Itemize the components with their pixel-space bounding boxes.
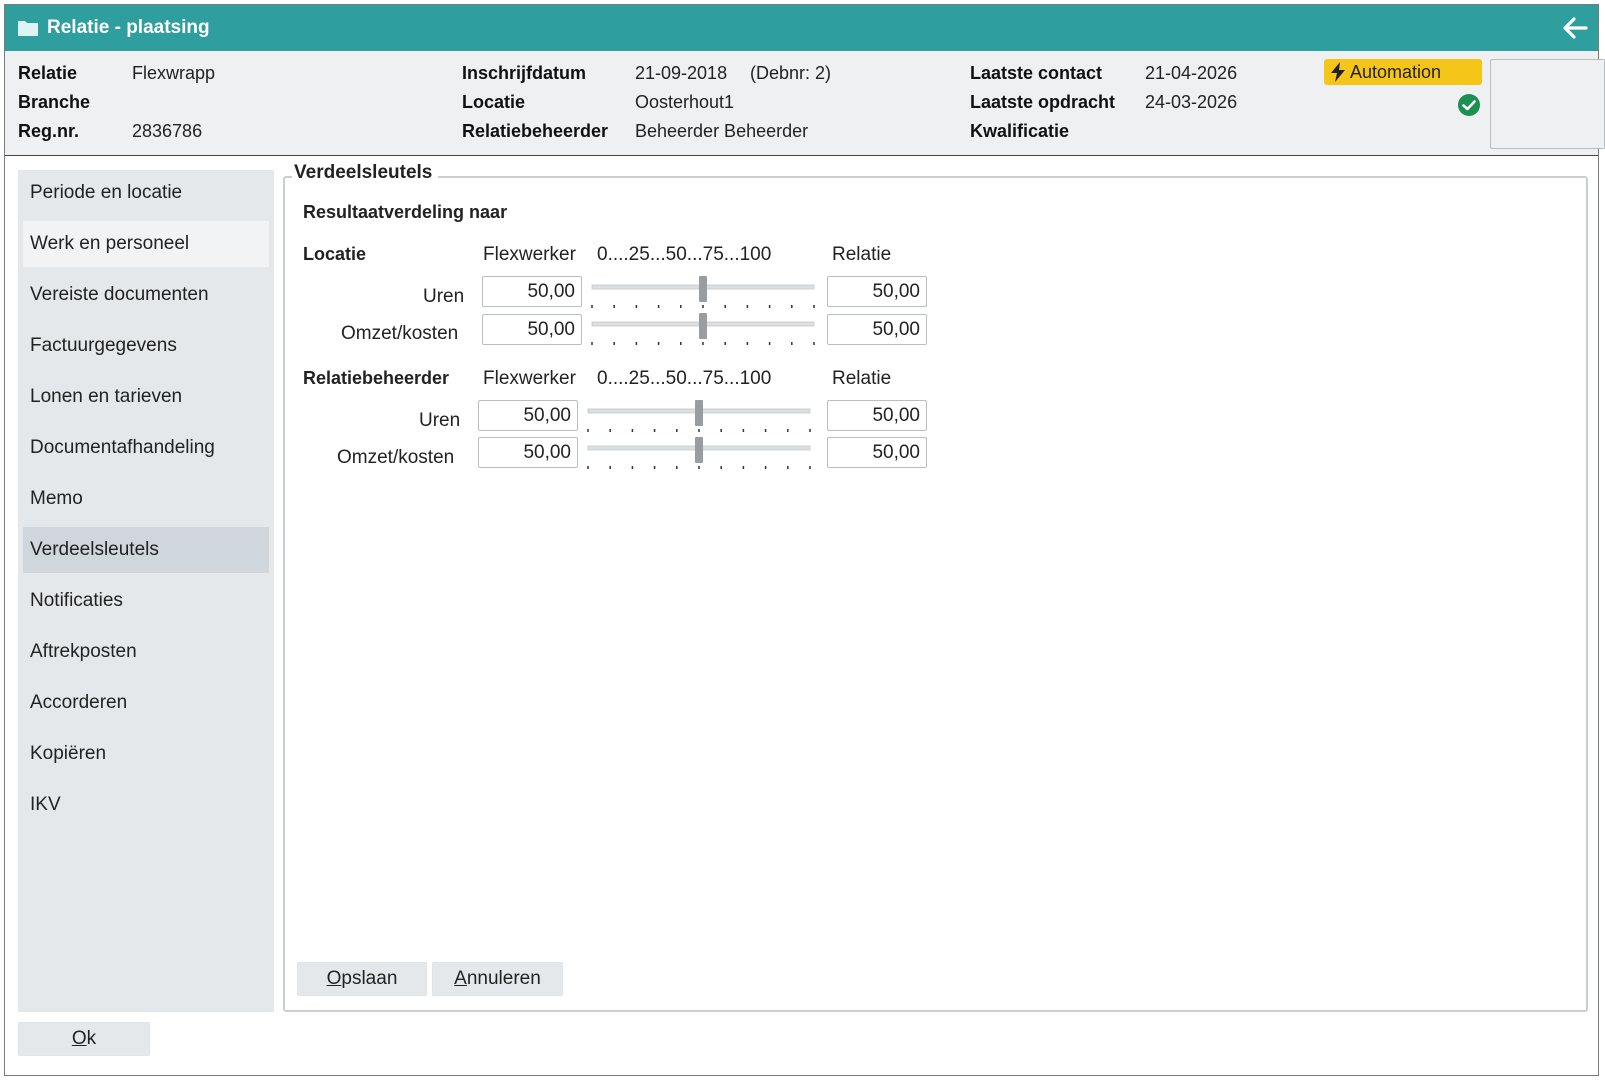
sidebar-item-aftrekposten[interactable]: Aftrekposten [23,629,269,675]
sidebar-item-verdeelsleutels[interactable]: Verdeelsleutels [23,527,269,573]
cancel-accelerator: A [454,968,467,989]
groupbox-legend: Verdeelsleutels [292,162,439,184]
beheerder-uren-slider[interactable] [586,400,812,436]
flexwerker-uren-input[interactable]: 50,00 [482,276,582,307]
debnr-value: (Debnr: 2) [750,63,832,83]
col-flexwerker-label: Flexwerker [483,244,576,265]
sidebar-item-ikv[interactable]: IKV [23,782,269,828]
scale-label: 0....25...50...75...100 [597,244,772,265]
back-arrow-icon[interactable] [1560,13,1590,43]
save-button[interactable]: Opslaan [297,962,427,996]
cancel-button[interactable]: Annuleren [432,962,563,996]
laatste-contact-value: 21-04-2026 [1145,63,1238,83]
sidebar-item-memo[interactable]: Memo [23,476,269,522]
relatie-omzet-input[interactable]: 50,00 [827,314,927,345]
sidebar-item-documentafhandeling[interactable]: Documentafhandeling [23,425,269,471]
ok-button[interactable]: Ok [18,1022,150,1056]
relatie-uren-input[interactable]: 50,00 [827,276,927,307]
omzet-slider[interactable] [590,313,816,349]
branche-label: Branche [18,92,91,112]
ok-label: k [86,1028,97,1049]
relatie-value: Flexwrapp [132,63,216,83]
regnr-value: 2836786 [132,121,203,141]
sidebar-item-lonen-en-tarieven[interactable]: Lonen en tarieven [23,374,269,420]
sidebar-item-accorderen[interactable]: Accorderen [23,680,269,726]
check-circle-icon [1458,94,1480,116]
title-bar: Relatie - plaatsing [5,5,1598,51]
verdeelsleutels-groupbox [283,176,1588,1012]
col-relatie-label: Relatie [832,244,892,265]
flexwerker-omzet-input[interactable]: 50,00 [482,314,582,345]
scale-label: 0....25...50...75...100 [597,368,772,389]
beheerder-flexwerker-uren-input[interactable]: 50,00 [478,400,578,431]
row-label-uren: Uren [423,286,465,307]
save-label: pslaan [341,968,398,989]
laatste-opdracht-label: Laatste opdracht [970,92,1116,112]
automation-label: Automation [1350,61,1442,82]
laatste-opdracht-value: 24-03-2026 [1145,92,1238,112]
col-flexwerker-label: Flexwerker [483,368,576,389]
relatie-label: Relatie [18,63,78,83]
uren-slider[interactable] [590,276,816,312]
kwalificatie-label: Kwalificatie [970,121,1070,141]
laatste-contact-label: Laatste contact [970,63,1103,83]
sidebar-item-factuurgegevens[interactable]: Factuurgegevens [23,323,269,369]
sidebar-item-kopieren[interactable]: Kopiëren [23,731,269,777]
lightning-icon [1331,62,1345,82]
relatiebeheerder-label: Relatiebeheerder [462,121,609,141]
beheerder-relatie-omzet-input[interactable]: 50,00 [827,437,927,468]
beheerder-flexwerker-omzet-input[interactable]: 50,00 [478,437,578,468]
inschrijfdatum-label: Inschrijfdatum [462,63,587,83]
inschrijfdatum-value: 21-09-2018 [635,63,728,83]
ok-accelerator: O [71,1028,87,1049]
locatie-label: Locatie [462,92,526,112]
row-label-uren: Uren [419,410,461,431]
sidebar-item-vereiste-documenten[interactable]: Vereiste documenten [23,272,269,318]
folder-icon [17,19,39,37]
relatiebeheerder-value: Beheerder Beheerder [635,121,809,141]
section-locatie-title: Locatie [303,244,367,264]
sidebar-item-notificaties[interactable]: Notificaties [23,578,269,624]
window-title: Relatie - plaatsing [47,17,210,38]
photo-placeholder[interactable] [1490,59,1605,149]
row-label-omzet-kosten: Omzet/kosten [337,447,455,468]
row-label-omzet-kosten: Omzet/kosten [341,323,459,344]
beheerder-omzet-slider[interactable] [586,437,812,473]
sidebar-nav: Periode en locatie Werk en personeel Ver… [18,170,274,1012]
sidebar-item-werk-en-personeel[interactable]: Werk en personeel [23,221,269,267]
cancel-label: nnuleren [466,968,541,989]
locatie-value: Oosterhout1 [635,92,735,112]
section-relatiebeheerder-title: Relatiebeheerder [303,368,450,388]
automation-badge[interactable]: Automation [1324,59,1482,85]
regnr-label: Reg.nr. [18,121,80,141]
sidebar-item-periode-en-locatie[interactable]: Periode en locatie [23,170,269,216]
save-accelerator: O [326,968,342,989]
col-relatie-label: Relatie [832,368,892,389]
subheading: Resultaatverdeling naar [303,202,508,222]
beheerder-relatie-uren-input[interactable]: 50,00 [827,400,927,431]
